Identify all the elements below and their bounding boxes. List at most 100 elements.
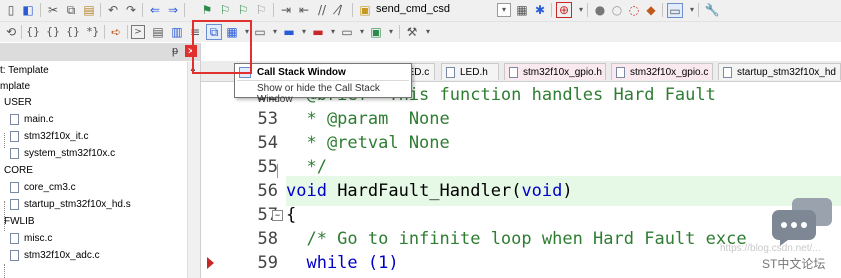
uncomment-icon[interactable]: /̸ <box>332 2 348 18</box>
tab-gpio-c[interactable]: stm32f10x_gpio.c <box>611 63 713 80</box>
tab-label: LED.h <box>460 67 488 78</box>
run-to-cursor-icon[interactable]: *} <box>85 24 101 40</box>
tree-group-fwlib[interactable]: FWLIB <box>4 214 35 229</box>
tree-item-target[interactable]: t: Template <box>0 63 49 78</box>
debug-icon[interactable]: ⊕ <box>556 2 572 18</box>
paste-icon[interactable]: ▤ <box>81 2 97 18</box>
outdent-icon[interactable]: ⇤ <box>296 2 312 18</box>
toolbar-separator <box>142 3 143 17</box>
pin-icon[interactable]: ᵽ <box>172 45 178 57</box>
step-into-icon[interactable]: {} <box>25 24 41 40</box>
tree-file-startup[interactable]: startup_stm32f10x_hd.s <box>10 197 131 212</box>
cut-icon[interactable]: ✂ <box>45 2 61 18</box>
reset-icon[interactable]: ⟲ <box>3 24 19 40</box>
kill-breakpoints-icon[interactable]: ◌ <box>626 2 642 18</box>
system-viewer-icon[interactable]: ▣ <box>368 24 384 40</box>
step-out-icon[interactable]: {} <box>65 24 81 40</box>
tree-file-misc-c[interactable]: misc.c <box>10 231 52 246</box>
file-icon <box>10 113 19 125</box>
comment-icon[interactable]: // <box>314 2 330 18</box>
tree-item-template[interactable]: mplate <box>0 79 30 94</box>
file-icon <box>723 67 732 78</box>
copy-icon[interactable]: ⧉ <box>63 2 79 18</box>
breakpoint-icon[interactable]: ● <box>592 2 608 18</box>
tooltip-description: Show or hide the Call Stack Window <box>257 83 380 105</box>
trace-window-icon[interactable]: ▭ <box>339 24 355 40</box>
undo-icon[interactable]: ↶ <box>105 2 121 18</box>
combo-dropdown-icon[interactable]: ▾ <box>497 3 511 17</box>
disabled-breakpoint-icon[interactable]: ○ <box>609 2 625 18</box>
save-all-icon[interactable]: ◧ <box>20 2 36 18</box>
project-scrollbar[interactable]: ▲ <box>187 62 200 278</box>
breakpoint-manager-icon[interactable]: ◆ <box>643 2 659 18</box>
tab-led-h[interactable]: LED.h <box>441 63 499 80</box>
toolbar-separator <box>352 3 353 17</box>
fold-collapse-icon[interactable]: − <box>272 210 283 221</box>
tree-file-adc-c[interactable]: stm32f10x_adc.c <box>10 248 100 263</box>
tree-file-core-cm3[interactable]: core_cm3.c <box>10 180 76 195</box>
tree-item-label: stm32f10x_adc.c <box>24 250 100 261</box>
identifier: HardFault_Handler <box>326 181 512 201</box>
tab-label: startup_stm32f10x_hd <box>737 67 836 78</box>
find-in-files-icon[interactable]: ▣ <box>357 2 373 18</box>
keyword: void <box>521 181 563 201</box>
tab-startup[interactable]: startup_stm32f10x_hd <box>718 63 841 80</box>
tree-file-system-c[interactable]: system_stm32f10x.c <box>10 146 115 161</box>
tree-group-user[interactable]: USER <box>4 95 32 110</box>
show-next-statement-icon[interactable]: ➪ <box>108 24 124 40</box>
toolbar-separator <box>184 3 185 17</box>
nav-forward-icon[interactable]: ⇒ <box>165 2 181 18</box>
tree-group-core[interactable]: CORE <box>4 163 33 178</box>
disassembly-window-icon[interactable]: ▤ <box>150 24 166 40</box>
step-over-icon[interactable]: {} <box>45 24 61 40</box>
tab-label: stm32f10x_gpio.h <box>523 67 602 78</box>
tree-item-label: USER <box>4 97 32 108</box>
incremental-find-icon[interactable]: ✱ <box>532 2 548 18</box>
tree-item-label: main.c <box>24 114 54 125</box>
tree-item-label: core_cm3.c <box>24 182 76 193</box>
tab-gpio-h[interactable]: stm32f10x_gpio.h <box>504 63 606 80</box>
file-icon <box>509 67 518 78</box>
tooltip-divider <box>237 80 409 81</box>
paren: ( <box>511 181 522 201</box>
bookmark-next-icon[interactable]: ⚐ <box>235 2 251 18</box>
main-toolbar: ▯ ◧ ✂ ⧉ ▤ ↶ ↷ ⇐ ⇒ ⚑ ⚐ ⚐ ⚐ ⇥ ⇤ // /̸ ▣ se… <box>0 0 841 22</box>
toolbox-dropdown-icon[interactable]: ▾ <box>420 24 436 40</box>
toolbar-separator <box>127 25 128 39</box>
toolbar-separator <box>21 25 22 39</box>
toolbar-separator <box>698 3 699 17</box>
bookmark-prev-icon[interactable]: ⚐ <box>217 2 233 18</box>
find-icon[interactable]: ▦ <box>514 2 530 18</box>
toolbox-icon[interactable]: ⚒ <box>404 24 420 40</box>
bookmark-clear-icon[interactable]: ⚐ <box>253 2 269 18</box>
serial-window-icon[interactable]: ▬ <box>281 24 297 40</box>
target-combo-label[interactable]: send_cmd_csd <box>376 3 450 15</box>
memory-window-icon[interactable]: ▭ <box>252 24 268 40</box>
current-line-arrow-icon <box>207 257 214 269</box>
tree-item-label: FWLIB <box>4 216 35 227</box>
system-viewer-dropdown-icon[interactable]: ▾ <box>383 24 399 40</box>
file-icon <box>10 198 19 210</box>
tree-item-label: t: Template <box>0 65 49 76</box>
tree-item-label: startup_stm32f10x_hd.s <box>24 199 131 210</box>
tree-file-it-c[interactable]: stm32f10x_it.c <box>10 129 88 144</box>
symbols-window-icon[interactable]: ▥ <box>169 24 185 40</box>
file-icon <box>616 67 625 78</box>
bookmark-set-icon[interactable]: ⚑ <box>199 2 215 18</box>
open-icon[interactable]: ▯ <box>3 2 19 18</box>
tab-label: stm32f10x_gpio.c <box>630 67 709 78</box>
paren: ) <box>562 181 573 201</box>
indent-icon[interactable]: ⇥ <box>278 2 294 18</box>
project-panel-header: ᵽ ✕ <box>0 43 200 61</box>
toolbar-separator <box>273 3 274 17</box>
brand-text: ST中文论坛 <box>762 257 826 271</box>
tree-file-main-c[interactable]: main.c <box>10 112 53 127</box>
window-icon[interactable]: ▭ <box>667 3 683 18</box>
code-line: while (1) <box>286 253 399 273</box>
redo-icon[interactable]: ↷ <box>123 2 139 18</box>
command-window-icon[interactable]: > <box>131 25 145 39</box>
config-icon[interactable]: 🔧 <box>704 2 720 18</box>
nav-back-icon[interactable]: ⇐ <box>147 2 163 18</box>
analysis-window-icon[interactable]: ▬ <box>310 24 326 40</box>
tree-item-label: system_stm32f10x.c <box>24 148 116 159</box>
